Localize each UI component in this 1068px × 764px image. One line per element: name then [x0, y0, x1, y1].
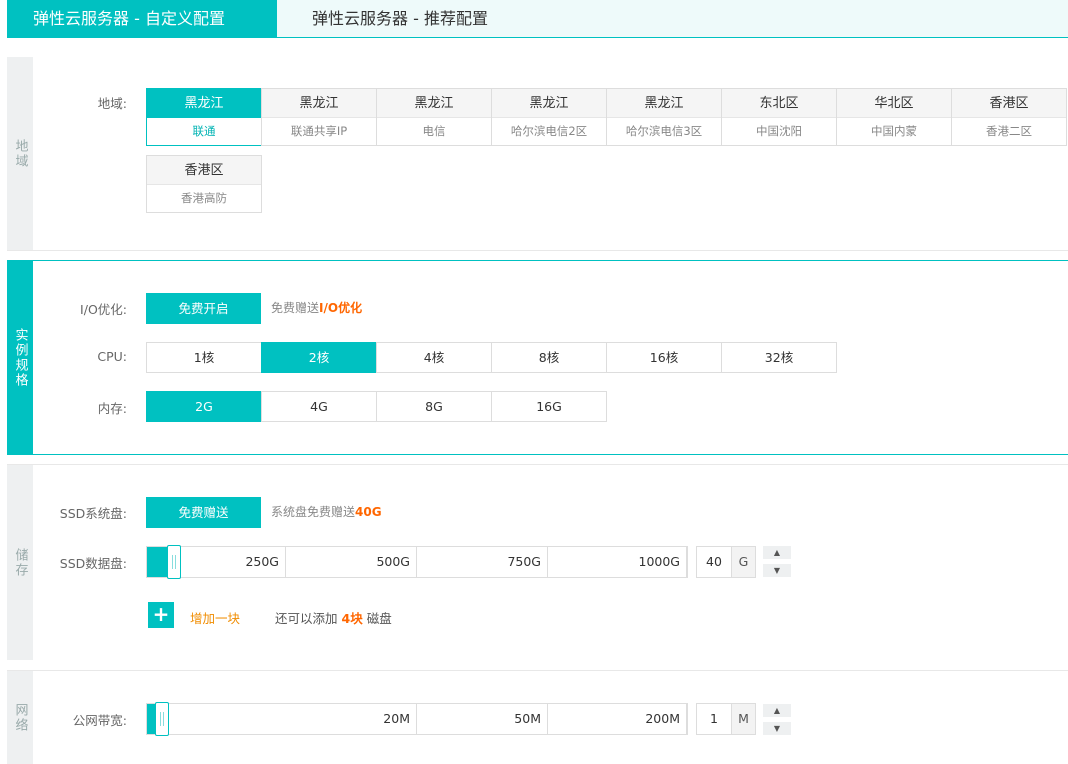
region-option-card[interactable]: 东北区 中国沈阳	[721, 88, 837, 146]
memory-label: 内存:	[97, 401, 127, 416]
slider-handle[interactable]	[155, 702, 169, 736]
region-section: 地域 地域: 黑龙江 联通 黑龙江 联通共享IP 黑龙江 电信 黑龙江 哈尔滨电信2区 黑龙江哈…	[7, 57, 1068, 250]
decrement-down-icon[interactable]: ▼	[763, 722, 791, 735]
slider-tick: 50M	[417, 704, 548, 734]
region-option-card[interactable]: 香港区 香港二区	[951, 88, 1067, 146]
ssd-system-note-strong: 40G	[355, 505, 382, 519]
remain-suffix: 磁盘	[366, 611, 392, 626]
memory-option[interactable]: 8G	[376, 391, 492, 422]
bandwidth-unit: M	[731, 704, 755, 734]
region-option-name: 黑龙江	[377, 89, 491, 118]
slider-handle[interactable]	[167, 545, 181, 579]
tab-bar: 弹性云服务器 - 自定义配置 弹性云服务器 - 推荐配置	[7, 0, 1068, 38]
bandwidth-label: 公网带宽:	[72, 713, 127, 728]
slider-tick: 750G	[417, 547, 548, 577]
region-option-card[interactable]: 黑龙江 电信	[376, 88, 492, 146]
region-option-sub: 香港二区	[986, 124, 1032, 138]
region-option-sub: 香港高防	[181, 191, 227, 205]
region-option-card[interactable]: 黑龙江哈尔滨电信3区	[606, 88, 722, 146]
add-disk-link[interactable]: 增加一块	[190, 608, 240, 627]
decrement-down-icon[interactable]: ▼	[763, 564, 791, 577]
region-option-name: 黑龙江	[607, 89, 721, 118]
network-section: 网络 公网带宽: 20M 50M 200M 1 M ▲ ▼	[7, 671, 1068, 764]
cpu-option[interactable]: 8核	[491, 342, 607, 373]
region-option-name: 东北区	[722, 89, 836, 118]
slider-tick: 20M	[147, 704, 417, 734]
region-option-card[interactable]: 黑龙江联通共享IP	[261, 88, 377, 146]
region-option-name: 黑龙江	[492, 89, 606, 118]
region-option-sub: 联通	[192, 124, 216, 138]
region-option-name: 香港区	[147, 156, 261, 185]
region-side-title: 地域	[7, 57, 33, 250]
region-option-name: 黑龙江	[147, 89, 261, 118]
region-option-name: 香港区	[952, 89, 1066, 118]
region-option-card[interactable]: 黑龙江哈尔滨电信2区	[491, 88, 607, 146]
slider-tick: 1000G	[548, 547, 687, 577]
cpu-option[interactable]: 4核	[376, 342, 492, 373]
region-option-card[interactable]: 黑龙江 联通	[146, 88, 262, 146]
ssd-data-size-unit: G	[731, 547, 755, 577]
increment-up-icon[interactable]: ▲	[763, 704, 791, 717]
io-label: I/O优化:	[80, 302, 127, 317]
ssd-data-slider[interactable]: 250G 500G 750G 1000G	[146, 545, 688, 579]
remaining-disk-note: 还可以添加 4块 磁盘	[275, 608, 392, 627]
region-option-name: 黑龙江	[262, 89, 376, 118]
region-option-sub: 中国内蒙	[871, 124, 917, 138]
ssd-system-note-prefix: 系统盘免费赠送	[271, 505, 356, 519]
region-label: 地域:	[97, 96, 127, 111]
io-note-prefix: 免费赠送	[271, 301, 320, 315]
memory-option[interactable]: 2G	[146, 391, 262, 422]
cpu-option[interactable]: 16核	[606, 342, 722, 373]
divider	[7, 250, 1068, 251]
increment-up-icon[interactable]: ▲	[763, 546, 791, 559]
add-disk-plus-icon[interactable]: +	[148, 602, 174, 628]
io-free-enable-button[interactable]: 免费开启	[146, 293, 261, 324]
io-note: 免费赠送I/O优化	[271, 299, 362, 316]
region-option-card[interactable]: 华北区 中国内蒙	[836, 88, 952, 146]
cpu-option[interactable]: 32核	[721, 342, 837, 373]
ssd-data-label: SSD数据盘:	[59, 556, 127, 571]
region-option-sub: 电信	[422, 124, 446, 138]
region-option-card[interactable]: 香港区 香港高防	[146, 155, 262, 213]
ssd-system-note: 系统盘免费赠送40G	[271, 503, 382, 520]
storage-section: 储存 SSD系统盘: 免费赠送 系统盘免费赠送40G SSD数据盘: 250G …	[7, 465, 1068, 660]
cpu-option[interactable]: 1核	[146, 342, 262, 373]
region-option-sub: 哈尔滨电信2区	[510, 124, 588, 138]
tab-custom-config[interactable]: 弹性云服务器 - 自定义配置	[7, 0, 277, 37]
spec-section: 实例规格 I/O优化: 免费开启 免费赠送I/O优化 CPU: 1核 2核 4核 8核…	[7, 260, 1068, 455]
ssd-system-free-button[interactable]: 免费赠送	[146, 497, 261, 528]
io-note-strong: I/O优化	[319, 301, 363, 315]
bandwidth-slider[interactable]: 20M 50M 200M	[146, 702, 688, 736]
bandwidth-input[interactable]: 1 M	[696, 703, 756, 735]
remain-count: 4块	[341, 611, 363, 626]
ssd-system-label: SSD系统盘:	[59, 506, 127, 521]
slider-tick: 500G	[286, 547, 417, 577]
remain-prefix: 还可以添加	[275, 611, 338, 626]
region-option-sub: 哈尔滨电信3区	[625, 124, 703, 138]
bandwidth-value[interactable]: 1	[697, 704, 731, 734]
memory-option[interactable]: 4G	[261, 391, 377, 422]
ssd-data-size-input[interactable]: 40 G	[696, 546, 756, 578]
ssd-data-size-value[interactable]: 40	[697, 547, 731, 577]
memory-option[interactable]: 16G	[491, 391, 607, 422]
cpu-label: CPU:	[97, 349, 127, 364]
region-option-sub: 中国沈阳	[756, 124, 802, 138]
region-option-sub: 联通共享IP	[290, 124, 348, 138]
cpu-option[interactable]: 2核	[261, 342, 377, 373]
tab-recommended-config[interactable]: 弹性云服务器 - 推荐配置	[312, 0, 572, 37]
slider-tick: 200M	[548, 704, 687, 734]
region-option-name: 华北区	[837, 89, 951, 118]
